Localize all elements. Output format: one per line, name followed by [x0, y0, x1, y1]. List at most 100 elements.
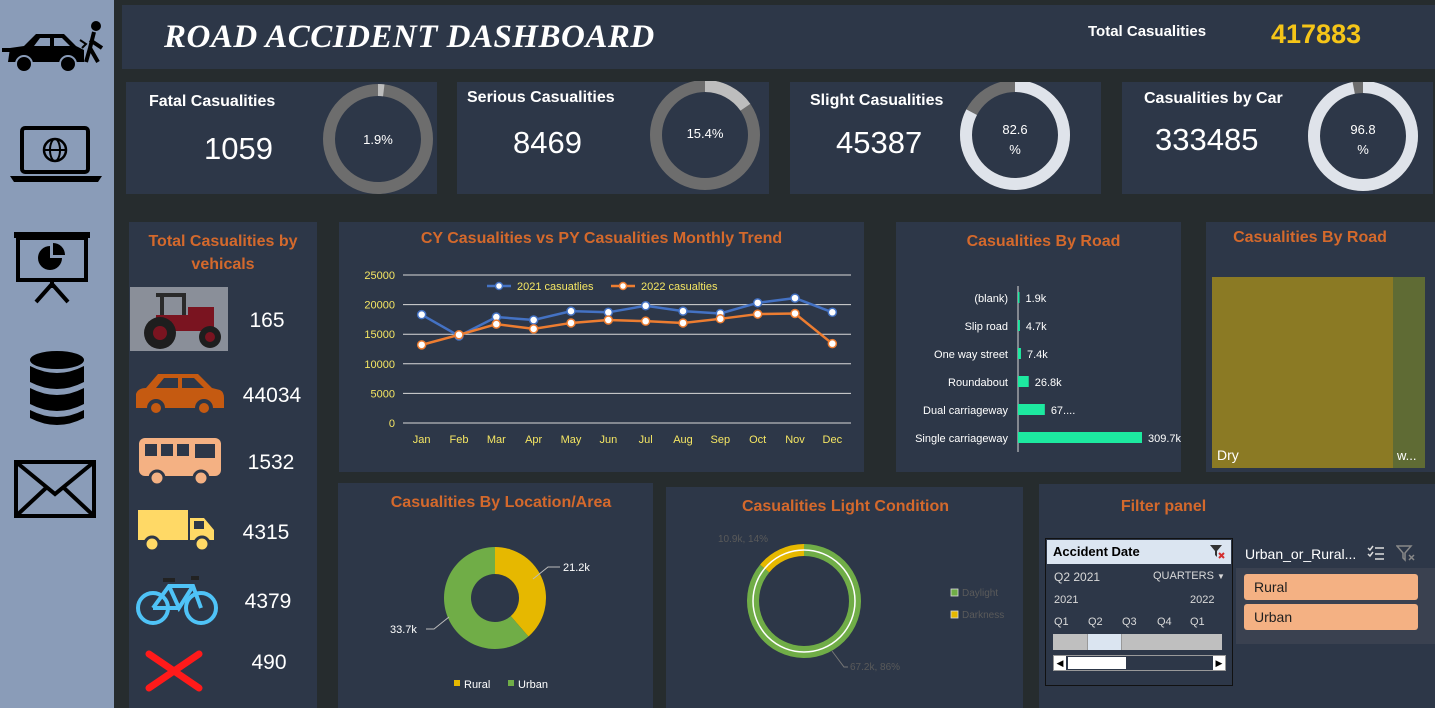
year-label: 2022 [1190, 594, 1215, 606]
donut-inner-ring [752, 549, 856, 653]
legend-marker [618, 281, 628, 291]
kpi-value: 333485 [1155, 122, 1259, 157]
quarter-label: Q2 [1088, 616, 1103, 628]
bar-category-label: Slip road [965, 321, 1008, 333]
y-tick-label: 20000 [364, 300, 395, 312]
bar-value-label: 7.4k [1027, 349, 1048, 361]
x-tick-label: Sep [711, 434, 731, 446]
bar[interactable] [1018, 432, 1142, 443]
legend-label: Daylight [962, 588, 998, 599]
slicer-header: Urban_or_Rural... [1236, 538, 1435, 568]
kpi-label: Fatal Casualities [149, 93, 276, 110]
data-point[interactable] [603, 315, 614, 325]
car-crash-icon[interactable] [2, 18, 114, 93]
presentation-chart-icon[interactable] [12, 228, 92, 309]
car-icon [134, 370, 226, 423]
data-point[interactable] [752, 309, 763, 319]
data-point[interactable] [827, 338, 838, 349]
scroll-right-icon[interactable]: ▶ [1213, 656, 1225, 670]
data-point[interactable] [790, 308, 800, 319]
y-tick-label: 15000 [364, 329, 395, 341]
treemap-tile-dry[interactable]: Dry [1212, 277, 1393, 468]
bar[interactable] [1018, 404, 1045, 415]
vehicle-value: 165 [249, 309, 285, 332]
multi-select-icon[interactable] [1367, 544, 1385, 567]
urban-rural-slicer: Urban_or_Rural... Rural Urban [1236, 538, 1435, 644]
legend-swatch [950, 610, 959, 619]
kpi-percent-sign: % [1009, 142, 1021, 157]
data-point[interactable] [752, 298, 763, 308]
data-point[interactable] [790, 293, 800, 303]
bus-icon [137, 436, 223, 491]
data-point[interactable] [528, 324, 539, 334]
slicer-title: Urban_or_Rural... [1245, 546, 1357, 562]
data-point[interactable] [566, 306, 576, 316]
treemap-tile-wet[interactable]: w... [1393, 277, 1425, 468]
data-point[interactable] [678, 306, 688, 316]
year-label: 2021 [1054, 594, 1079, 606]
data-point[interactable] [416, 309, 427, 320]
vehicle-value: 4315 [242, 521, 290, 544]
y-tick-label: 0 [389, 418, 395, 430]
slicer-title: Accident Date [1053, 544, 1140, 559]
scroll-left-icon[interactable]: ◀ [1054, 656, 1066, 670]
vehicle-value: 4379 [244, 590, 292, 613]
mail-icon[interactable] [14, 460, 96, 523]
kpi-label: Serious Casualities [467, 89, 615, 106]
kpi-card-slight: Slight Casualities 45387 82.6 % [790, 82, 1101, 194]
donut-slice[interactable] [760, 544, 804, 573]
road-treemap-title: Casualities By Road [1233, 229, 1387, 246]
data-point[interactable] [678, 318, 688, 328]
x-tick-label: Jul [639, 434, 653, 446]
trend-chart-panel: CY Casualities vs PY Casualities Monthly… [339, 222, 864, 472]
scroll-thumb[interactable] [1068, 657, 1126, 669]
kpi-donut: 1.9% [323, 84, 433, 194]
bar-value-label: 309.7k [1148, 433, 1181, 445]
data-point[interactable] [640, 316, 651, 326]
series-line [421, 312, 834, 347]
data-point[interactable] [491, 319, 502, 329]
quarter-label: Q1 [1054, 616, 1069, 628]
timeline-track[interactable] [1053, 634, 1222, 650]
bar-category-label: Roundabout [948, 377, 1008, 389]
bar[interactable] [1018, 348, 1021, 359]
timeline-scrollbar[interactable]: ◀ ▶ [1053, 655, 1226, 671]
x-tick-label: Feb [450, 434, 469, 446]
cross-icon [145, 650, 203, 697]
slicer-item-urban[interactable]: Urban [1244, 604, 1418, 630]
kpi-percent: 1.9% [363, 132, 393, 147]
laptop-globe-icon[interactable] [8, 126, 104, 191]
bar[interactable] [1018, 376, 1029, 387]
kpi-value: 8469 [513, 125, 582, 160]
kpi-percent: 96.8 [1350, 122, 1375, 137]
y-tick-label: 10000 [364, 359, 395, 371]
data-point[interactable] [454, 330, 464, 340]
bar[interactable] [1018, 292, 1020, 303]
data-point[interactable] [603, 307, 614, 318]
kpi-donut: 96.8 % [1308, 82, 1418, 191]
time-level-dropdown[interactable]: QUARTERS ▼ [1153, 570, 1225, 582]
data-point[interactable] [566, 318, 576, 328]
data-point[interactable] [640, 301, 651, 311]
bar[interactable] [1018, 320, 1020, 331]
road-treemap-panel: Casualities By Road Dry w... [1206, 222, 1435, 472]
bar-category-label: Single carriageway [915, 433, 1008, 445]
y-tick-label: 25000 [364, 270, 395, 282]
legend-label: Darkness [962, 610, 1004, 621]
x-tick-label: Mar [487, 434, 506, 446]
data-point[interactable] [528, 315, 539, 325]
truck-icon [136, 506, 216, 557]
clear-filter-icon[interactable] [1395, 544, 1416, 567]
series-line [421, 296, 833, 338]
total-casualties-label: Total Casualities [1088, 23, 1207, 40]
data-point[interactable] [416, 340, 427, 350]
data-point[interactable] [827, 307, 838, 318]
legend-label: Urban [518, 679, 548, 691]
data-point[interactable] [715, 314, 726, 324]
slicer-item-rural[interactable]: Rural [1244, 574, 1418, 600]
clear-filter-icon[interactable] [1209, 543, 1225, 564]
timeline-selected-q2[interactable] [1087, 634, 1122, 650]
database-icon[interactable] [28, 350, 86, 433]
kpi-percent: 82.6 [1002, 122, 1027, 137]
leader-line [426, 616, 450, 630]
